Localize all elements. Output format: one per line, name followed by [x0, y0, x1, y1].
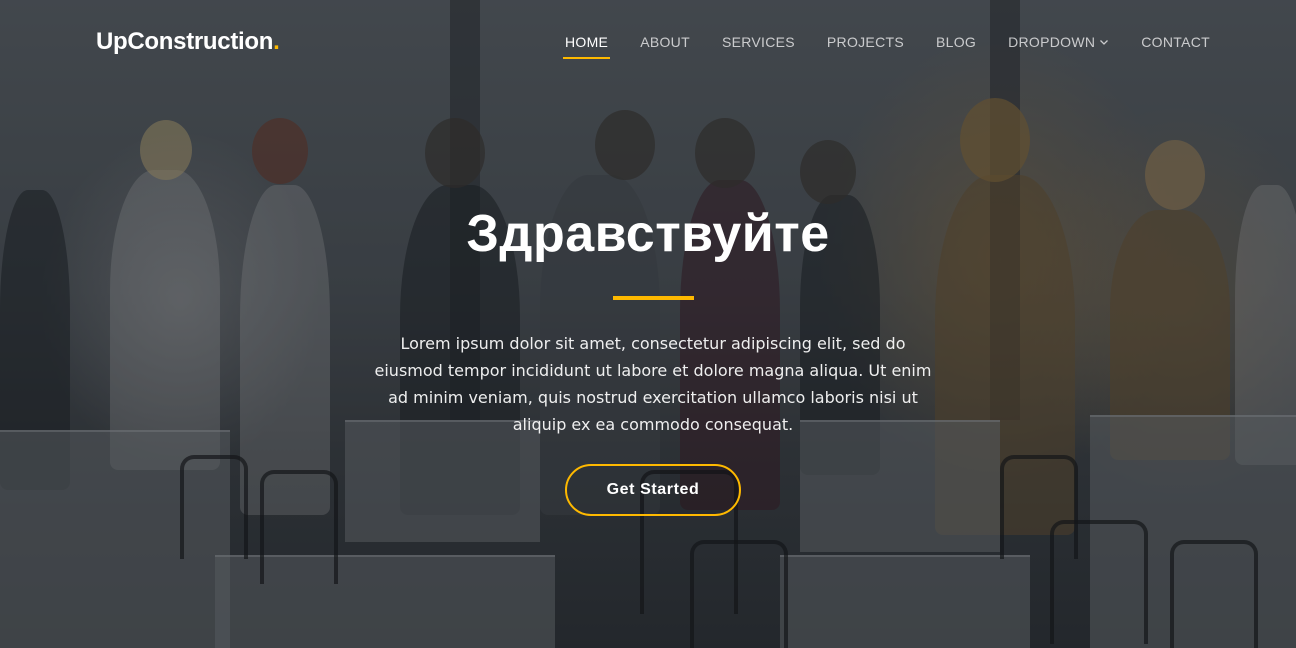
nav-item-about[interactable]: ABOUT — [640, 34, 690, 50]
title-underline — [613, 296, 694, 300]
nav-item-label: BLOG — [935, 34, 977, 50]
nav-item-label: DROPDOWN — [1008, 34, 1096, 50]
logo[interactable]: UpConstruction. — [96, 28, 280, 56]
logo-text: UpConstruction — [96, 28, 274, 55]
logo-dot: . — [273, 28, 280, 55]
nav-item-services[interactable]: SERVICES — [722, 34, 795, 50]
nav-item-dropdown[interactable]: DROPDOWN — [1008, 34, 1109, 50]
hero-section: UpConstruction. HOME ABOUT SERVICES PROJ… — [0, 0, 1296, 648]
get-started-label: Get Started — [606, 481, 700, 498]
hero-title: Здравствуйте — [466, 205, 830, 263]
site-header: UpConstruction. HOME ABOUT SERVICES PROJ… — [0, 0, 1296, 86]
nav-item-label: CONTACT — [1141, 34, 1210, 50]
hero-description: Lorem ipsum dolor sit amet, consectetur … — [374, 334, 932, 434]
chevron-down-icon — [1099, 37, 1109, 47]
nav-item-label: SERVICES — [721, 34, 795, 50]
nav-item-label: PROJECTS — [826, 34, 904, 50]
nav-item-label: HOME — [565, 34, 609, 50]
nav-item-projects[interactable]: PROJECTS — [827, 34, 904, 50]
nav-item-home[interactable]: HOME — [562, 34, 611, 59]
nav-item-label: ABOUT — [640, 34, 690, 50]
nav-item-contact[interactable]: CONTACT — [1141, 34, 1210, 50]
main-nav: HOME ABOUT SERVICES PROJECTS BLOG DROPDO… — [533, 34, 1210, 59]
get-started-button[interactable]: Get Started — [565, 464, 741, 516]
nav-item-blog[interactable]: BLOG — [936, 34, 976, 50]
hero-content: Здравствуйте Lorem ipsum dolor sit amet,… — [0, 0, 1296, 648]
